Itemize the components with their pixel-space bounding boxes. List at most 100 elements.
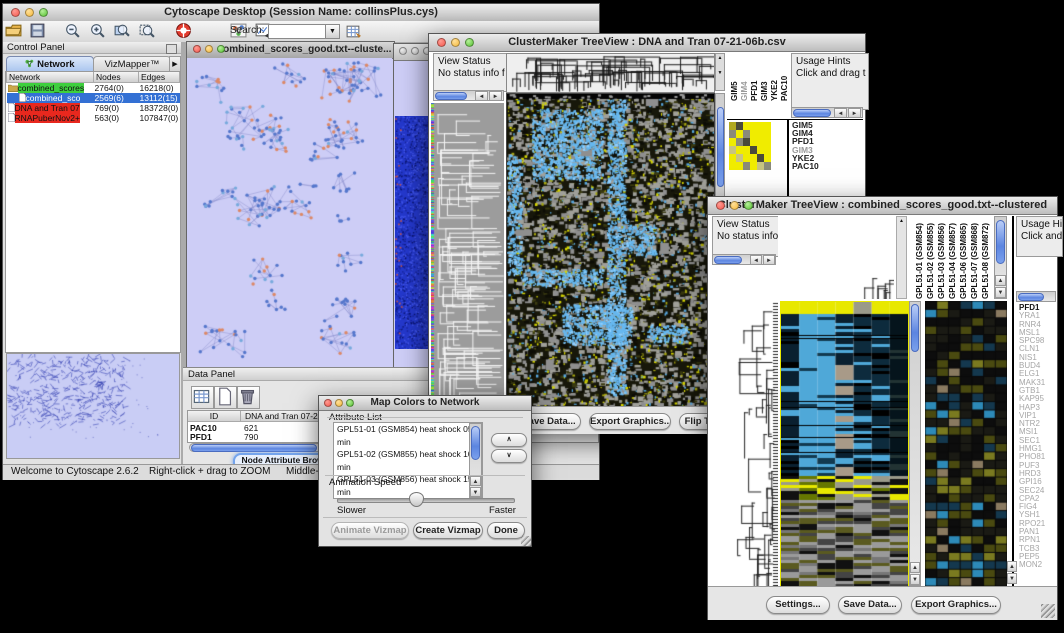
- move-down-button[interactable]: ∨: [491, 449, 527, 463]
- network-overview-thumbnail[interactable]: [6, 353, 180, 459]
- column-dendrogram[interactable]: [778, 216, 894, 299]
- network-view-title-bar[interactable]: combined_scores_good.txt--cluste...: [187, 42, 394, 59]
- open-folder-icon[interactable]: [5, 22, 22, 39]
- zoom-window-icon[interactable]: [744, 201, 753, 210]
- zoom-window-icon[interactable]: [39, 8, 48, 17]
- global-heatmap[interactable]: [780, 301, 909, 588]
- table-row[interactable]: combined_scores 2764(0) 16218(0): [7, 83, 180, 94]
- scroll-right-icon[interactable]: ►: [489, 91, 502, 101]
- heatmap-cell: [757, 122, 764, 130]
- new-attribute-icon[interactable]: [214, 386, 237, 409]
- column-label: GPL51-06 (GSM865): [959, 216, 968, 299]
- zoom-selected-icon[interactable]: [113, 22, 130, 39]
- heatmap-cell: [743, 162, 750, 170]
- close-icon[interactable]: [437, 38, 446, 47]
- search-dropdown-arrow[interactable]: ▼: [325, 24, 340, 39]
- scroll-right-icon[interactable]: ►: [763, 255, 775, 265]
- close-icon[interactable]: [324, 399, 332, 407]
- heatmap-cell: [764, 162, 771, 170]
- minimize-icon[interactable]: [205, 45, 213, 53]
- treeview2-title-bar[interactable]: ClusterMaker TreeView : combined_scores_…: [708, 197, 1057, 215]
- save-icon[interactable]: [29, 22, 46, 39]
- folder-icon: [8, 84, 18, 92]
- column-scroll-strip[interactable]: ▲ ▼: [715, 53, 725, 91]
- float-panel-icon[interactable]: [166, 44, 177, 54]
- heatmap-cell: [750, 122, 757, 130]
- column-label: GPL51-07 (GSM868): [970, 216, 979, 299]
- attribute-item[interactable]: GPL51-01 (GSM854) heat shock 05 min: [337, 423, 482, 448]
- import-table-icon[interactable]: [345, 23, 362, 40]
- export-graphics-button[interactable]: Export Graphics...: [911, 596, 1001, 614]
- scroll-right-icon[interactable]: ►: [848, 108, 861, 118]
- resize-grip[interactable]: [521, 536, 531, 546]
- gene-dendrogram[interactable]: [712, 301, 778, 586]
- column-scroll-strip[interactable]: ▲: [896, 216, 907, 299]
- table-row[interactable]: DNA and Tran 07 769(0) 183728(0): [7, 103, 180, 113]
- column-header-id[interactable]: ID: [188, 411, 241, 422]
- scroll-left-icon[interactable]: ◄: [834, 108, 847, 118]
- gene-dendrogram[interactable]: [431, 103, 504, 406]
- move-up-button[interactable]: ∧: [491, 433, 527, 447]
- usage-hscrollbar[interactable]: [1016, 291, 1056, 302]
- desktop: Cytoscape Desktop (Session Name: collins…: [0, 0, 1064, 633]
- network-graph-canvas[interactable]: [187, 58, 392, 367]
- minimize-icon[interactable]: [451, 38, 460, 47]
- table-row[interactable]: PFD1: [190, 432, 212, 442]
- scroll-up-icon[interactable]: ▲: [995, 275, 1006, 286]
- zoom-window-icon[interactable]: [346, 399, 354, 407]
- column-dendrogram[interactable]: [506, 53, 715, 93]
- heatmap-cell: [729, 162, 736, 170]
- minimize-icon[interactable]: [335, 399, 343, 407]
- settings-button[interactable]: Settings...: [766, 596, 830, 614]
- treeview2-vscrollbar[interactable]: ▲ ▼: [909, 301, 921, 586]
- scroll-down-icon[interactable]: ▼: [1007, 573, 1017, 584]
- treeview1-hscrollbar[interactable]: ◄ ►: [433, 90, 504, 101]
- attribute-table-icon[interactable]: [191, 386, 214, 409]
- scroll-up-icon[interactable]: ▲: [1007, 561, 1017, 572]
- attribute-item[interactable]: GPL51-02 (GSM855) heat shock 10 min: [337, 448, 482, 473]
- table-row[interactable]: RNAPuberNov2+ 563(0) 107847(0): [7, 113, 180, 123]
- usage-hscrollbar[interactable]: ◄ ►: [791, 107, 863, 118]
- zoom-window-icon[interactable]: [465, 38, 474, 47]
- zoom-in-icon[interactable]: [89, 22, 106, 39]
- zoom-fit-icon[interactable]: [138, 22, 155, 39]
- export-graphics-button[interactable]: Export Graphics...: [589, 413, 671, 430]
- animation-speed-slider[interactable]: [337, 498, 515, 503]
- minimize-icon[interactable]: [25, 8, 34, 17]
- network-row-label: RNAPuberNov2+: [15, 113, 80, 123]
- scroll-down-icon[interactable]: ▼: [910, 574, 920, 585]
- main-title-bar[interactable]: Cytoscape Desktop (Session Name: collins…: [3, 4, 599, 22]
- scroll-left-icon[interactable]: ◄: [475, 91, 488, 101]
- search-input[interactable]: [268, 24, 326, 39]
- treeview2-hscrollbar[interactable]: ◄ ►: [712, 254, 776, 265]
- minimize-icon[interactable]: [730, 201, 739, 210]
- dialog-title-bar[interactable]: Map Colors to Network: [319, 396, 531, 411]
- usage-hints-box: Usage Hints Click and drag t: [791, 53, 869, 110]
- close-icon[interactable]: [193, 45, 201, 53]
- heatmap-cell: [757, 138, 764, 146]
- treeview1-title-bar[interactable]: ClusterMaker TreeView : DNA and Tran 07-…: [429, 34, 865, 52]
- treeview2-button-bar: Settings... Save Data... Export Graphics…: [708, 586, 1057, 620]
- scroll-down-icon[interactable]: ▼: [995, 287, 1006, 298]
- zoomed-heatmap[interactable]: [925, 301, 1007, 586]
- help-ring-icon[interactable]: [175, 22, 192, 39]
- zoom-window-icon[interactable]: [217, 45, 225, 53]
- labels-vscrollbar[interactable]: ▲ ▼: [994, 216, 1007, 299]
- scroll-left-icon[interactable]: ◄: [750, 255, 762, 265]
- save-data-button[interactable]: Save Data...: [838, 596, 902, 614]
- cell-value[interactable]: 790: [244, 432, 258, 442]
- done-button[interactable]: Done: [487, 522, 525, 539]
- heatmap-cell: [764, 138, 771, 146]
- scroll-up-icon[interactable]: ▲: [910, 562, 920, 573]
- resize-grip[interactable]: [1041, 604, 1055, 618]
- close-icon[interactable]: [11, 8, 20, 17]
- delete-attribute-icon[interactable]: [237, 386, 260, 409]
- table-row-selected[interactable]: combined_sco 2569(6) 13112(15): [7, 93, 180, 103]
- zoom-out-icon[interactable]: [64, 22, 81, 39]
- heatmap-cell: [750, 138, 757, 146]
- zoomed-heatmap[interactable]: [729, 122, 771, 170]
- heatmap-cell: [736, 162, 743, 170]
- close-icon[interactable]: [716, 201, 725, 210]
- global-heatmap[interactable]: [506, 93, 715, 408]
- create-vizmap-button[interactable]: Create Vizmap: [413, 522, 483, 539]
